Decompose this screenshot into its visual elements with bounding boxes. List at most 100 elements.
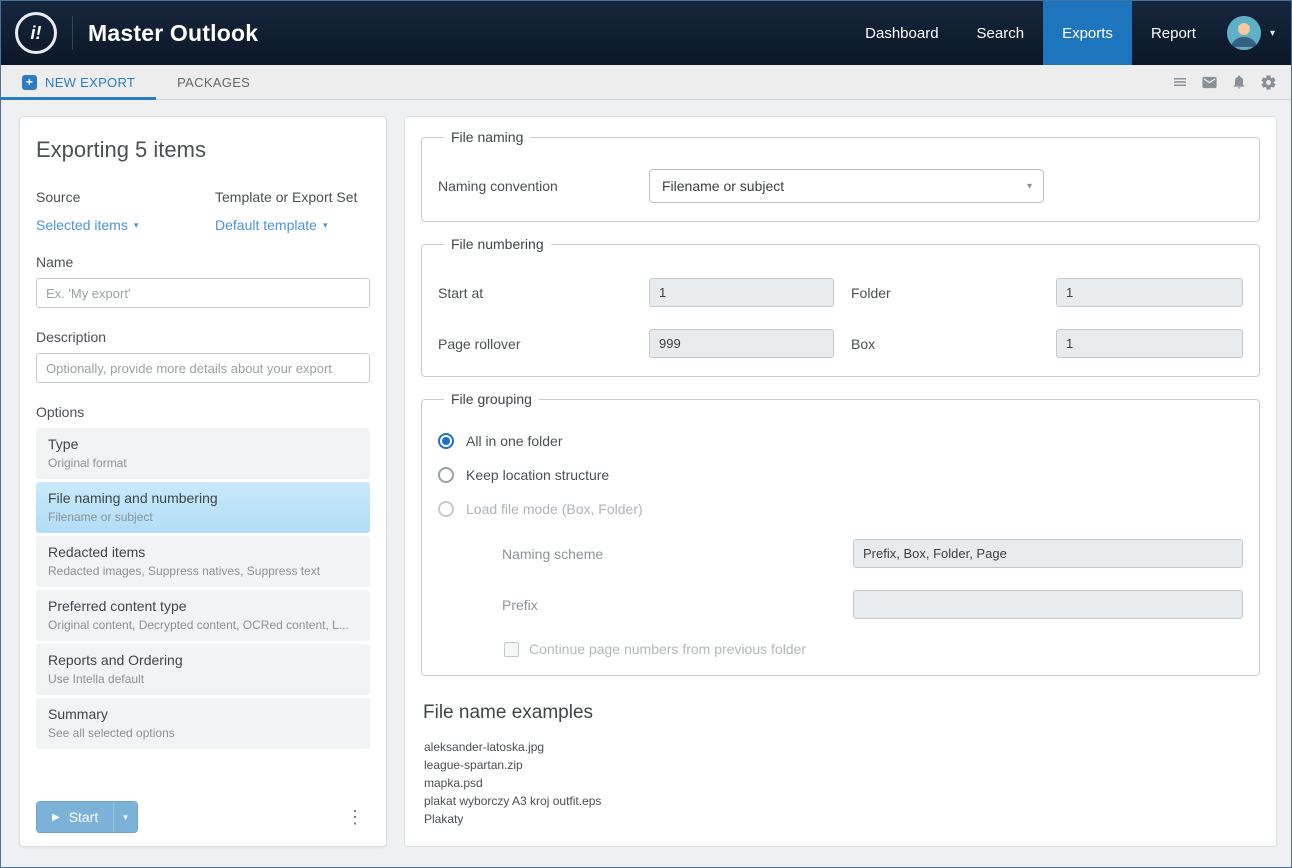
- nav-item-exports[interactable]: Exports: [1043, 1, 1132, 65]
- nav-label: Report: [1151, 25, 1196, 42]
- template-dropdown[interactable]: Default template ▾: [215, 217, 357, 233]
- option-title: Summary: [48, 706, 358, 722]
- top-nav: Dashboard Search Exports Report ▾: [846, 1, 1291, 65]
- box-input[interactable]: [1056, 329, 1243, 358]
- settings-icon[interactable]: [1260, 74, 1277, 91]
- app-logo-icon: i!: [15, 12, 57, 54]
- option-subtitle: Filename or subject: [48, 510, 358, 524]
- box-label: Box: [851, 336, 1056, 352]
- app-window: i! Master Outlook Dashboard Search Expor…: [0, 0, 1292, 868]
- option-subtitle: Original format: [48, 456, 358, 470]
- prefix-label: Prefix: [502, 597, 853, 613]
- user-menu[interactable]: ▾: [1215, 1, 1291, 65]
- nav-label: Dashboard: [865, 25, 938, 42]
- option-title: Reports and Ordering: [48, 652, 358, 668]
- top-bar: i! Master Outlook Dashboard Search Expor…: [1, 1, 1291, 65]
- plus-icon: +: [22, 75, 37, 90]
- template-label: Template or Export Set: [215, 189, 357, 205]
- example-filename: mapka.psd: [421, 774, 1260, 792]
- source-label: Source: [36, 189, 215, 205]
- option-subtitle: See all selected options: [48, 726, 358, 740]
- file-grouping-fieldset: File grouping All in one folder Keep loc…: [421, 391, 1260, 676]
- radio-load-file-mode: Load file mode (Box, Folder): [438, 501, 1243, 517]
- file-grouping-legend: File grouping: [444, 391, 539, 407]
- radio-icon: [438, 467, 454, 483]
- file-name-examples-title: File name examples: [421, 702, 1260, 724]
- start-label: Start: [69, 809, 99, 825]
- brand: i! Master Outlook: [1, 1, 258, 65]
- option-summary[interactable]: Summary See all selected options: [36, 698, 370, 749]
- radio-all-in-one-folder[interactable]: All in one folder: [438, 433, 1243, 449]
- chevron-down-icon: ▾: [1027, 181, 1032, 192]
- export-description-input[interactable]: [36, 353, 370, 383]
- nav-label: Exports: [1062, 25, 1113, 42]
- radio-icon: [438, 501, 454, 517]
- naming-scheme-input: [853, 539, 1243, 568]
- options-label: Options: [36, 404, 370, 420]
- checkbox-icon: [504, 642, 519, 657]
- name-label: Name: [36, 254, 370, 270]
- description-label: Description: [36, 329, 370, 345]
- prefix-input: [853, 590, 1243, 619]
- export-name-input[interactable]: [36, 278, 370, 308]
- source-template-row: Source Selected items ▾ Template or Expo…: [36, 189, 370, 233]
- source-dropdown[interactable]: Selected items ▾: [36, 217, 215, 233]
- tab-packages[interactable]: PACKAGES: [156, 65, 271, 99]
- page-rollover-input[interactable]: [649, 329, 834, 358]
- example-filename: league-spartan.zip: [421, 756, 1260, 774]
- option-title: Type: [48, 436, 358, 452]
- mail-icon[interactable]: [1201, 74, 1218, 91]
- naming-convention-value: Filename or subject: [662, 178, 784, 194]
- card-footer: ▶ Start ▾ ⋮: [36, 787, 370, 833]
- option-subtitle: Use Intella default: [48, 672, 358, 686]
- load-file-mode-settings: Naming scheme Prefix Continue page numbe…: [502, 539, 1243, 657]
- nav-item-dashboard[interactable]: Dashboard: [846, 1, 957, 65]
- option-subtitle: Redacted images, Suppress natives, Suppr…: [48, 564, 358, 578]
- template-value: Default template: [215, 217, 317, 233]
- chevron-down-icon: ▾: [134, 220, 139, 231]
- start-dropdown-button[interactable]: ▾: [113, 802, 137, 832]
- option-redacted-items[interactable]: Redacted items Redacted images, Suppress…: [36, 536, 370, 587]
- naming-convention-select[interactable]: Filename or subject ▾: [649, 169, 1044, 203]
- more-options-button[interactable]: ⋮: [340, 808, 370, 826]
- nav-item-search[interactable]: Search: [958, 1, 1044, 65]
- brand-divider: [72, 16, 73, 50]
- tabbar-icons: [1172, 65, 1291, 99]
- user-avatar: [1227, 16, 1261, 50]
- page-title: Exporting 5 items: [36, 137, 370, 163]
- start-button[interactable]: ▶ Start: [37, 802, 113, 832]
- start-split-button: ▶ Start ▾: [36, 801, 138, 833]
- tab-label: NEW EXPORT: [45, 75, 135, 90]
- option-reports-and-ordering[interactable]: Reports and Ordering Use Intella default: [36, 644, 370, 695]
- option-title: File naming and numbering: [48, 490, 358, 506]
- file-numbering-legend: File numbering: [444, 236, 551, 252]
- folder-label: Folder: [851, 285, 1056, 301]
- source-value: Selected items: [36, 217, 128, 233]
- file-naming-legend: File naming: [444, 129, 530, 145]
- continue-page-numbers-checkbox-row: Continue page numbers from previous fold…: [504, 641, 1243, 657]
- radio-label: All in one folder: [466, 433, 563, 449]
- example-filename: Plakaty: [421, 810, 1260, 828]
- option-preferred-content-type[interactable]: Preferred content type Original content,…: [36, 590, 370, 641]
- radio-icon: [438, 433, 454, 449]
- option-file-naming-and-numbering[interactable]: File naming and numbering Filename or su…: [36, 482, 370, 533]
- radio-keep-location-structure[interactable]: Keep location structure: [438, 467, 1243, 483]
- tab-bar: + NEW EXPORT PACKAGES: [1, 65, 1291, 100]
- nav-item-report[interactable]: Report: [1132, 1, 1215, 65]
- naming-convention-label: Naming convention: [438, 178, 649, 194]
- tab-new-export[interactable]: + NEW EXPORT: [1, 65, 156, 99]
- tab-label: PACKAGES: [177, 75, 250, 90]
- play-icon: ▶: [52, 812, 60, 823]
- list-icon[interactable]: [1172, 74, 1188, 90]
- option-subtitle: Original content, Decrypted content, OCR…: [48, 618, 358, 632]
- folder-input[interactable]: [1056, 278, 1243, 307]
- example-filename: plakat wyborczy A3 kroj outfit.eps: [421, 792, 1260, 810]
- file-numbering-fieldset: File numbering Start at Folder Page roll…: [421, 236, 1260, 377]
- export-settings-panel: File naming Naming convention Filename o…: [404, 116, 1277, 847]
- option-type[interactable]: Type Original format: [36, 428, 370, 479]
- checkbox-label: Continue page numbers from previous fold…: [529, 641, 806, 657]
- app-title: Master Outlook: [88, 20, 258, 47]
- option-title: Redacted items: [48, 544, 358, 560]
- notifications-icon[interactable]: [1231, 74, 1247, 90]
- start-at-input[interactable]: [649, 278, 834, 307]
